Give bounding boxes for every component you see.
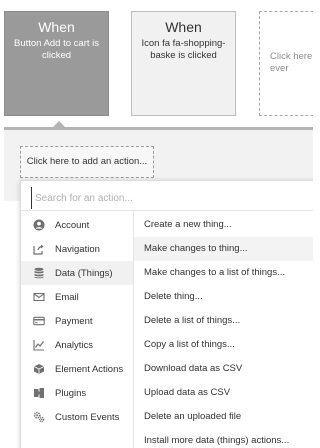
event-card-shopping-basket-icon[interactable]: When Icon fa fa-shopping-baske is clicke… bbox=[131, 11, 236, 116]
envelope-icon bbox=[33, 291, 45, 303]
event-card-title: When bbox=[38, 19, 75, 35]
action-item-delete-list[interactable]: Delete a list of things... bbox=[134, 309, 313, 333]
workflow-editor: When Button Add to cart is clicked When … bbox=[0, 0, 313, 448]
category-label: Analytics bbox=[55, 339, 94, 351]
event-card-description: Icon fa fa-shopping-baske is clicked bbox=[141, 38, 226, 61]
category-label: Element Actions bbox=[55, 363, 124, 375]
category-label: Plugins bbox=[55, 387, 87, 399]
category-item-plugins[interactable]: Plugins bbox=[21, 381, 133, 405]
plug-icon bbox=[33, 387, 45, 399]
category-item-data-things[interactable]: Data (Things) bbox=[21, 261, 133, 285]
action-item-create-new-thing[interactable]: Create a new thing... bbox=[134, 213, 313, 237]
action-menu-dropdown: Account Navigation Data (Things) Email bbox=[20, 180, 313, 448]
category-label: Custom Events bbox=[55, 411, 120, 423]
category-label: Data (Things) bbox=[55, 267, 113, 279]
category-item-element-actions[interactable]: Element Actions bbox=[21, 357, 133, 381]
category-label: Email bbox=[55, 291, 79, 303]
search-divider bbox=[21, 210, 313, 211]
credit-card-icon bbox=[33, 315, 45, 327]
action-list: Create a new thing... Make changes to th… bbox=[134, 213, 313, 448]
line-chart-icon bbox=[33, 339, 45, 351]
category-label: Payment bbox=[55, 315, 93, 327]
category-item-analytics[interactable]: Analytics bbox=[21, 333, 133, 357]
share-icon bbox=[33, 243, 45, 255]
category-item-custom-events[interactable]: Custom Events bbox=[21, 405, 133, 429]
action-item-download-csv[interactable]: Download data as CSV bbox=[134, 357, 313, 381]
category-label: Account bbox=[55, 219, 90, 231]
event-card-description: Button Add to cart is clicked bbox=[13, 38, 100, 61]
cogs-icon bbox=[33, 411, 45, 423]
action-item-delete-uploaded-file[interactable]: Delete an uploaded file bbox=[134, 405, 313, 429]
action-item-copy-list[interactable]: Copy a list of things... bbox=[134, 333, 313, 357]
user-circle-icon bbox=[33, 219, 45, 231]
category-item-account[interactable]: Account bbox=[21, 213, 133, 237]
action-item-make-changes-to-list[interactable]: Make changes to a list of things... bbox=[134, 261, 313, 285]
action-item-upload-csv[interactable]: Upload data as CSV bbox=[134, 381, 313, 405]
event-card-title: When bbox=[165, 19, 202, 35]
action-item-make-changes-to-thing[interactable]: Make changes to thing... bbox=[134, 237, 313, 261]
add-event-card[interactable]: Click here ever bbox=[259, 11, 313, 116]
event-card-add-to-cart[interactable]: When Button Add to cart is clicked bbox=[4, 11, 109, 116]
action-item-install-more-actions[interactable]: Install more data (things) actions... bbox=[134, 429, 313, 448]
category-item-email[interactable]: Email bbox=[21, 285, 133, 309]
database-icon bbox=[33, 267, 45, 279]
cube-icon bbox=[33, 363, 45, 375]
category-list: Account Navigation Data (Things) Email P… bbox=[21, 213, 133, 429]
category-item-payment[interactable]: Payment bbox=[21, 309, 133, 333]
category-label: Navigation bbox=[55, 243, 100, 255]
action-search-input[interactable] bbox=[31, 187, 295, 209]
add-action-button[interactable]: Click here to add an action... bbox=[20, 146, 154, 178]
category-item-navigation[interactable]: Navigation bbox=[21, 237, 133, 261]
action-item-delete-thing[interactable]: Delete thing... bbox=[134, 285, 313, 309]
add-event-label: Click here ever bbox=[270, 51, 313, 74]
